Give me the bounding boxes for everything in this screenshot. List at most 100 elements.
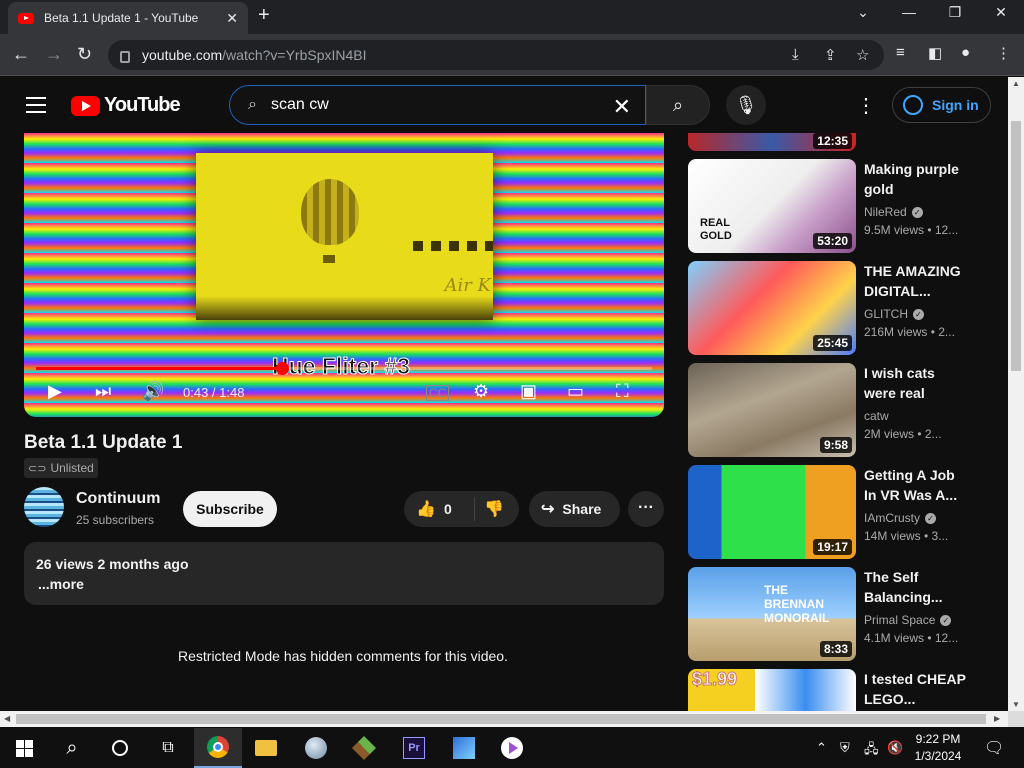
scrollbar-thumb[interactable] <box>16 714 986 724</box>
channel-name: GLITCH ✓ <box>864 307 925 321</box>
browser-tab[interactable]: Beta 1.1 Update 1 - YouTube ✕ <box>8 2 248 34</box>
recommendation-item[interactable]: $1.99 I tested CHEAP LEGO... <box>688 669 998 711</box>
scroll-up-arrow-icon[interactable]: ▲ <box>1012 79 1020 88</box>
video-duration: 12:35 <box>813 133 852 149</box>
verified-check-icon: ✓ <box>925 512 937 524</box>
hamburger-menu-icon[interactable] <box>26 97 46 113</box>
video-title-line2: Balancing... <box>864 589 943 605</box>
taskbar-premiere-pro[interactable]: Pr <box>390 728 438 768</box>
taskbar-app-minecraft[interactable] <box>340 728 388 768</box>
share-page-icon[interactable]: ⇪ <box>824 46 837 64</box>
video-title-line1: Making purple <box>864 161 959 177</box>
sign-in-button[interactable]: Sign in <box>892 87 991 123</box>
tab-close-icon[interactable]: ✕ <box>226 10 238 27</box>
taskbar-chrome[interactable] <box>194 728 242 768</box>
back-arrow-icon[interactable]: ← <box>12 44 30 65</box>
address-bar[interactable]: youtube.com/watch?v=YrbSpxIN4BI ⤓ ⇪ ☆ <box>108 40 884 70</box>
settings-menu-icon[interactable]: ⋮ <box>856 93 876 118</box>
search-icon: ⌕ <box>248 96 257 113</box>
minimize-button[interactable]: — <box>894 4 924 20</box>
search-query-text[interactable]: scan cw <box>271 96 329 114</box>
taskbar-media-player[interactable] <box>488 728 536 768</box>
subtitles-icon[interactable]: CC <box>426 385 450 401</box>
vertical-scrollbar[interactable]: ▲ ▼ <box>1008 77 1024 711</box>
video-title-line1: THE AMAZING <box>864 263 961 279</box>
recommendation-partial[interactable]: 12:35 <box>688 133 998 151</box>
show-more-link[interactable]: ...more <box>38 576 84 592</box>
video-title-line2: In VR Was A... <box>864 487 958 503</box>
like-icon[interactable]: 👍 <box>416 499 436 519</box>
install-app-icon[interactable]: ⤓ <box>792 46 799 63</box>
security-shield-icon[interactable]: ⛨ <box>840 740 850 756</box>
description-box[interactable]: 26 views 2 months ago ...more <box>24 542 664 605</box>
bookmark-star-icon[interactable]: ☆ <box>856 46 869 64</box>
fullscreen-icon[interactable]: ⛶ <box>616 381 629 402</box>
recommendation-item[interactable]: 19:17 Getting A Job In VR Was A... IAmCr… <box>688 465 998 559</box>
browser-toolbar: ← → ↻ youtube.com/watch?v=YrbSpxIN4BI ⤓ … <box>0 34 1024 76</box>
more-actions-icon[interactable]: ··· <box>628 491 664 527</box>
profile-icon[interactable]: ● <box>961 44 970 61</box>
taskbar-file-explorer[interactable] <box>242 728 290 768</box>
scrollbar-thumb[interactable] <box>1011 121 1021 371</box>
channel-name[interactable]: Continuum <box>76 490 160 508</box>
taskbar-app-globe[interactable] <box>292 728 340 768</box>
channel-label: GLITCH <box>864 307 909 321</box>
thumbnail-overlay-text: $1.99 <box>691 669 738 690</box>
channel-avatar[interactable] <box>24 487 64 527</box>
video-duration: 53:20 <box>813 233 852 249</box>
network-icon[interactable]: 🖧 <box>864 740 879 762</box>
progress-fill <box>36 367 283 370</box>
taskbar-app-editor[interactable] <box>440 728 488 768</box>
play-icon[interactable]: ▶ <box>48 381 62 402</box>
progress-bar[interactable] <box>36 362 652 375</box>
start-button[interactable] <box>0 728 48 768</box>
video-frame-image: Air K <box>196 153 493 320</box>
settings-gear-icon[interactable]: ⚙ <box>473 381 489 402</box>
recommendation-item[interactable]: THE BRENNAN MONORAIL 8:33 The Self Balan… <box>688 567 998 661</box>
search-button[interactable]: ⌕ <box>646 85 710 125</box>
show-hidden-icons-icon[interactable]: ⌃ <box>816 740 827 756</box>
restore-button[interactable]: ❐ <box>940 4 970 21</box>
scroll-down-arrow-icon[interactable]: ▼ <box>1012 700 1020 709</box>
share-button[interactable]: ↪ Share <box>529 491 620 527</box>
youtube-wordmark: YouTube <box>104 94 181 116</box>
tab-search-button[interactable]: ⌄ <box>848 4 878 21</box>
voice-search-button[interactable]: 🎙 <box>726 85 766 125</box>
theater-mode-icon[interactable]: ▭ <box>567 381 584 402</box>
dislike-icon[interactable]: 👎 <box>484 499 504 519</box>
side-panel-icon[interactable]: ◧ <box>928 44 942 62</box>
notifications-icon[interactable]: 🗨 <box>984 738 1004 758</box>
media-play-icon <box>501 737 523 759</box>
recommendation-item[interactable]: 25:45 THE AMAZING DIGITAL... GLITCH ✓ 216… <box>688 261 998 355</box>
video-player[interactable]: Air K Hue Fliter #3 ▶ ⏭ 🔊 0:43 / 1:48 CC… <box>24 133 664 417</box>
clear-search-icon[interactable]: ✕ <box>613 94 631 120</box>
media-control-icon[interactable]: ≡ <box>896 44 905 61</box>
chrome-menu-icon[interactable]: ⋮ <box>996 44 1011 62</box>
task-view-button[interactable]: ⧉ <box>144 728 192 768</box>
volume-muted-icon[interactable]: 🔇 <box>887 740 903 756</box>
next-video-icon[interactable]: ⏭ <box>95 381 111 402</box>
new-tab-button[interactable]: + <box>258 4 270 27</box>
video-duration: 9:58 <box>819 437 852 453</box>
forward-arrow-icon[interactable]: → <box>45 44 63 65</box>
horizontal-scrollbar[interactable]: ◀ ▶ <box>0 711 1008 727</box>
recommendation-item[interactable]: 9:58 I wish cats were real catw 2M views… <box>688 363 998 457</box>
search-taskbar-button[interactable]: ⌕ <box>48 728 96 768</box>
close-window-button[interactable]: ✕ <box>986 4 1016 21</box>
reload-icon[interactable]: ↻ <box>77 44 92 65</box>
scroll-right-arrow-icon[interactable]: ▶ <box>994 714 1000 723</box>
volume-icon[interactable]: 🔊 <box>142 381 164 402</box>
user-circle-icon <box>903 95 923 115</box>
video-thumbnail: $1.99 <box>688 669 856 711</box>
youtube-logo[interactable]: YouTube <box>71 94 181 117</box>
system-clock[interactable]: 9:22 PM 1/3/2024 <box>910 731 966 765</box>
recommendation-item[interactable]: REAL GOLD 53:20 Making purple gold NileR… <box>688 159 998 253</box>
time-display: 0:43 / 1:48 <box>183 385 245 400</box>
miniplayer-icon[interactable]: ▣ <box>520 381 537 402</box>
search-input[interactable]: ⌕ scan cw ✕ <box>229 85 646 125</box>
subscribe-button[interactable]: Subscribe <box>183 491 277 527</box>
scroll-left-arrow-icon[interactable]: ◀ <box>4 714 10 723</box>
cortana-button[interactable] <box>96 728 144 768</box>
windows-taskbar: ⌕ ⧉ Pr ⌃ ⛨ 🖧 🔇 9:22 PM 1/3/2024 🗨 <box>0 728 1024 768</box>
channel-name: catw <box>864 409 889 423</box>
